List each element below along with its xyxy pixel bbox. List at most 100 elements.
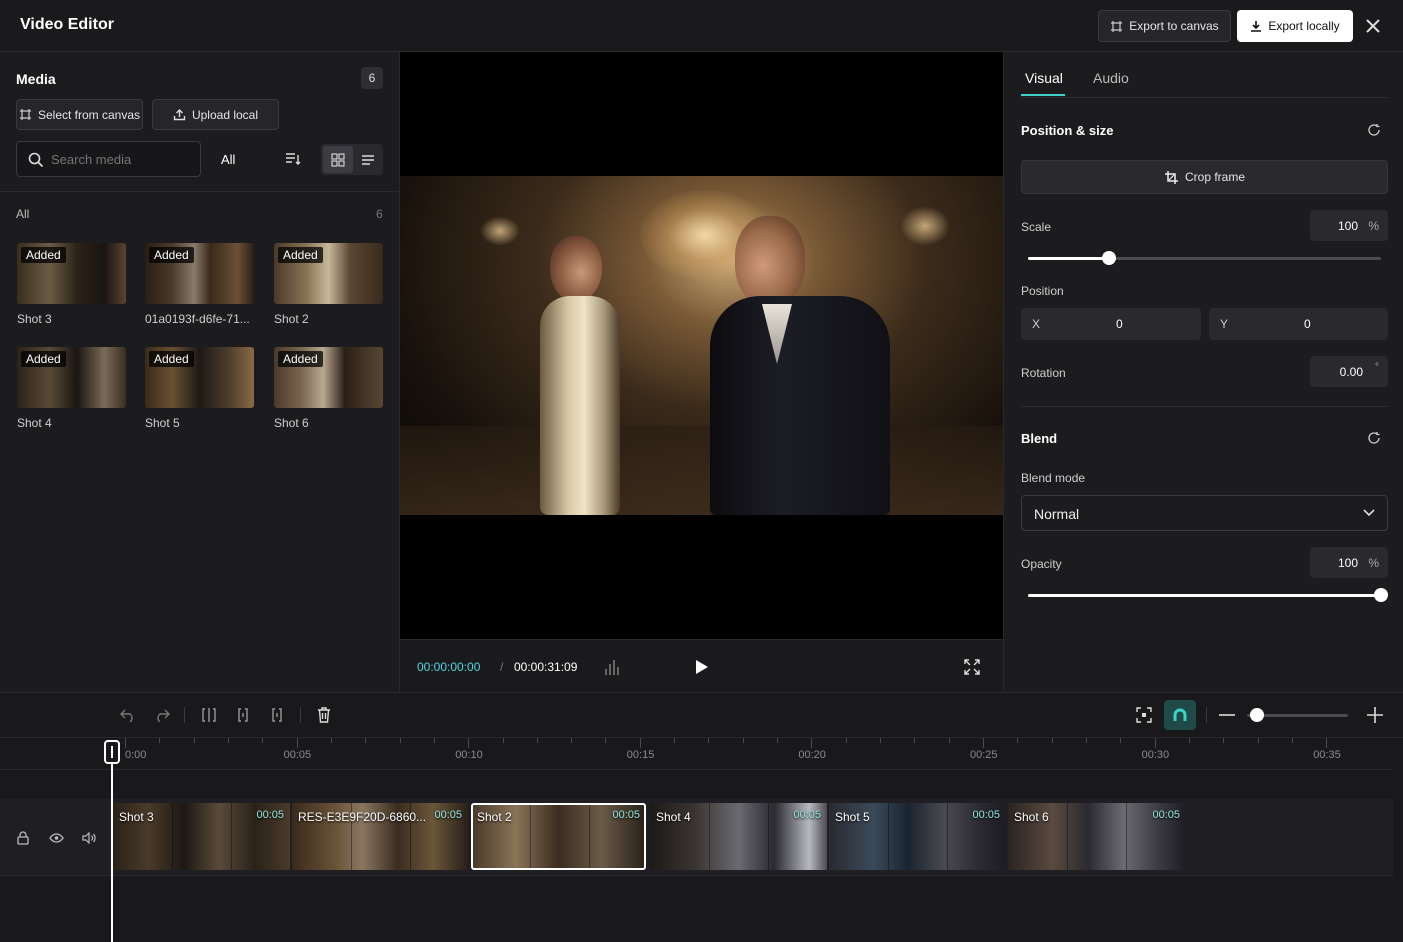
upload-local-button[interactable]: Upload local [152,99,279,130]
media-thumbnail: Added [17,347,126,408]
chandelier [900,206,950,246]
lock-icon[interactable] [16,830,30,846]
grid-view-icon[interactable] [323,146,353,173]
close-icon[interactable] [1362,15,1384,37]
opacity-label: Opacity [1021,557,1062,571]
ruler-minor-tick [1085,738,1087,743]
tab-visual[interactable]: Visual [1025,70,1063,86]
ruler-label: 00:30 [1141,749,1170,761]
reset-icon[interactable] [1366,430,1382,446]
current-timecode: 00:00:00:00 [417,660,481,674]
opacity-slider-fill [1028,594,1381,597]
scale-slider-fill [1028,257,1110,260]
split-icon[interactable] [199,705,219,725]
upload-icon [173,108,186,121]
fullscreen-icon[interactable] [962,657,982,677]
media-count-badge: 6 [361,67,383,89]
time-ruler[interactable]: 0:00 00:05 00:10 00:15 00:20 00:25 00:30 00:35 [0,738,1393,770]
zoom-slider-handle[interactable] [1250,708,1265,722]
export-locally-button[interactable]: Export locally [1237,10,1353,42]
canvas-frame-icon [19,108,32,121]
media-item[interactable]: Added Shot 3 [17,243,126,326]
opacity-slider-handle[interactable] [1374,588,1388,602]
view-toggle [321,144,383,175]
media-thumbnail: Added [17,243,126,304]
ruler-minor-tick [1291,738,1293,743]
ruler-minor-tick [330,738,332,743]
opacity-input[interactable]: 100 % [1310,547,1388,578]
ruler-label: 00:15 [626,749,655,761]
media-thumbnail: Added [145,243,254,304]
timeline-clip[interactable]: Shot 6 00:05 [1008,803,1186,870]
ruler-label: 00:10 [455,749,483,761]
crop-frame-button[interactable]: Crop frame [1021,160,1388,194]
export-to-canvas-button[interactable]: Export to canvas [1098,10,1231,42]
reset-icon[interactable] [1366,122,1382,138]
search-box[interactable] [16,141,201,177]
divider [0,191,400,192]
ruler-minor-tick [742,738,744,743]
blend-title: Blend [1021,431,1058,446]
position-x-input[interactable]: X 0 [1021,308,1201,340]
timeline-clip[interactable]: Shot 4 00:05 [650,803,827,870]
undo-icon[interactable] [118,705,138,725]
ruler-label: 00:05 [283,749,312,761]
ruler-label: 00:20 [798,749,826,761]
play-icon[interactable] [692,657,712,677]
zoom-slider[interactable] [1247,708,1348,722]
crop-icon [1164,170,1179,185]
video-frame[interactable] [400,176,1003,515]
scale-slider-handle[interactable] [1102,251,1117,265]
tab-audio[interactable]: Audio [1093,70,1129,86]
divider [0,875,1393,876]
opacity-slider[interactable] [1028,588,1388,602]
media-item[interactable]: Added Shot 2 [274,243,383,326]
timeline-clip[interactable]: RES-E3E9F20D-6860... 00:05 [292,803,468,870]
media-item[interactable]: Added Shot 6 [274,347,383,430]
download-icon [1250,20,1262,32]
ruler-minor-tick [1017,738,1019,743]
select-from-canvas-button[interactable]: Select from canvas [16,99,143,130]
rotation-label: Rotation [1021,366,1066,380]
timeline-clip-selected[interactable]: Shot 2 00:05 [471,803,646,870]
ruler-minor-tick [914,738,916,743]
woman-figure [510,236,660,515]
ruler-minor-tick [1188,738,1190,743]
ruler-minor-tick [1120,738,1122,743]
sort-icon[interactable] [283,150,303,168]
media-item[interactable]: Added 01a0193f-d6fe-71... [145,243,254,326]
blend-mode-select[interactable]: Normal [1021,495,1388,531]
trash-icon[interactable] [314,705,334,725]
redo-icon[interactable] [152,705,172,725]
media-panel: Media 6 Select from canvas Upload local … [0,52,400,692]
search-input[interactable] [51,150,191,168]
audio-levels-icon[interactable] [603,656,623,678]
ruler-minor-tick [1257,738,1259,743]
fit-timeline-icon[interactable] [1134,705,1154,725]
snap-magnet-icon[interactable] [1164,700,1196,730]
scale-input[interactable]: 100 % [1310,210,1388,241]
ruler-minor-tick [845,738,847,743]
list-view-icon[interactable] [354,146,382,173]
volume-icon[interactable] [81,830,97,846]
timeline-clip[interactable]: Shot 5 00:05 [829,803,1006,870]
position-y-input[interactable]: Y 0 [1209,308,1388,340]
media-filter-dropdown[interactable]: All [221,152,235,167]
playhead-handle[interactable] [104,740,120,764]
trim-start-icon[interactable] [233,705,253,725]
timeline-clip[interactable]: Shot 3 00:05 [113,803,290,870]
media-item[interactable]: Added Shot 4 [17,347,126,430]
ruler-minor-tick [571,738,573,743]
ruler-major-tick [125,738,126,748]
eye-icon[interactable] [48,831,64,845]
trim-end-icon[interactable] [267,705,287,725]
media-group-count: 6 [376,207,383,221]
scale-slider[interactable] [1028,251,1381,265]
media-item[interactable]: Added Shot 5 [145,347,254,430]
zoom-in-icon[interactable] [1365,705,1385,725]
zoom-out-icon[interactable] [1217,705,1237,725]
ruler-minor-tick [193,738,195,743]
ruler-minor-tick [948,738,950,743]
rotation-input[interactable]: 0.00 ° [1310,356,1388,387]
ruler-minor-tick [536,738,538,743]
